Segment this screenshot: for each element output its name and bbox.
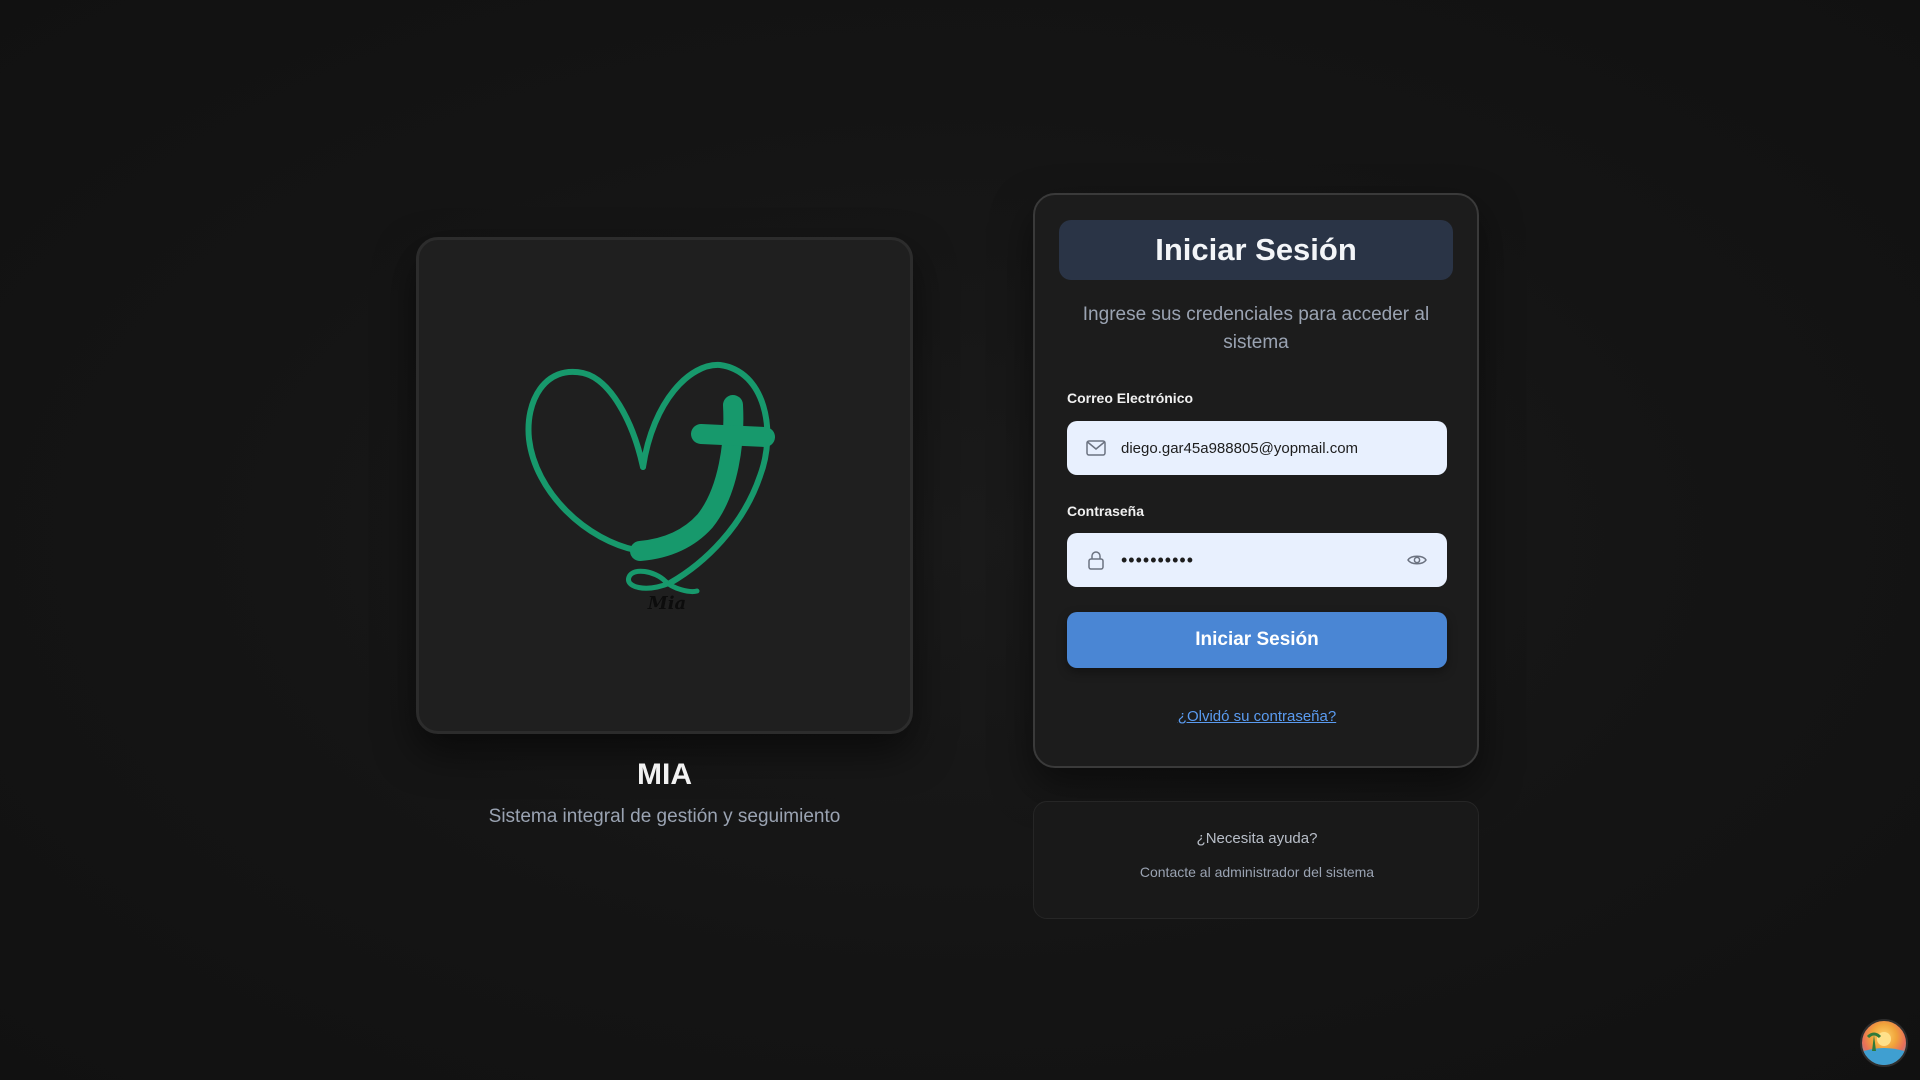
brand-name: MIA (637, 758, 692, 791)
logo-caption: Mia (646, 593, 685, 614)
login-page: Mia MIA Sistema integral de gestión y se… (0, 0, 1920, 1080)
mia-heart-cross-logo: Mia (525, 361, 775, 614)
help-title: ¿Necesita ayuda? (1196, 830, 1318, 847)
email-field-wrapper (1067, 421, 1447, 475)
lock-icon (1085, 549, 1107, 571)
login-description: Ingrese sus credenciales para acceder al… (1082, 304, 1430, 353)
password-input[interactable] (1121, 533, 1405, 587)
email-input[interactable] (1121, 421, 1429, 475)
brand-subtitle: Sistema integral de gestión y seguimient… (488, 806, 841, 827)
help-text: Contacte al administrador del sistema (1139, 864, 1375, 880)
password-label: Contraseña (1067, 503, 1145, 519)
help-card: ¿Necesita ayuda? Contacte al administrad… (1033, 801, 1479, 919)
eye-icon[interactable] (1405, 548, 1429, 572)
login-card: Iniciar Sesión Ingrese sus credenciales … (1033, 193, 1479, 768)
password-field-wrapper (1067, 533, 1447, 587)
forgot-password-link[interactable]: ¿Olvidó su contraseña? (1067, 708, 1447, 725)
mail-icon (1085, 437, 1107, 459)
logo-card: Mia (416, 237, 913, 734)
email-label: Correo Electrónico (1067, 390, 1194, 406)
user-avatar[interactable] (1860, 1019, 1908, 1067)
login-submit-button[interactable]: Iniciar Sesión (1067, 612, 1447, 668)
login-title: Iniciar Sesión (1059, 220, 1453, 280)
